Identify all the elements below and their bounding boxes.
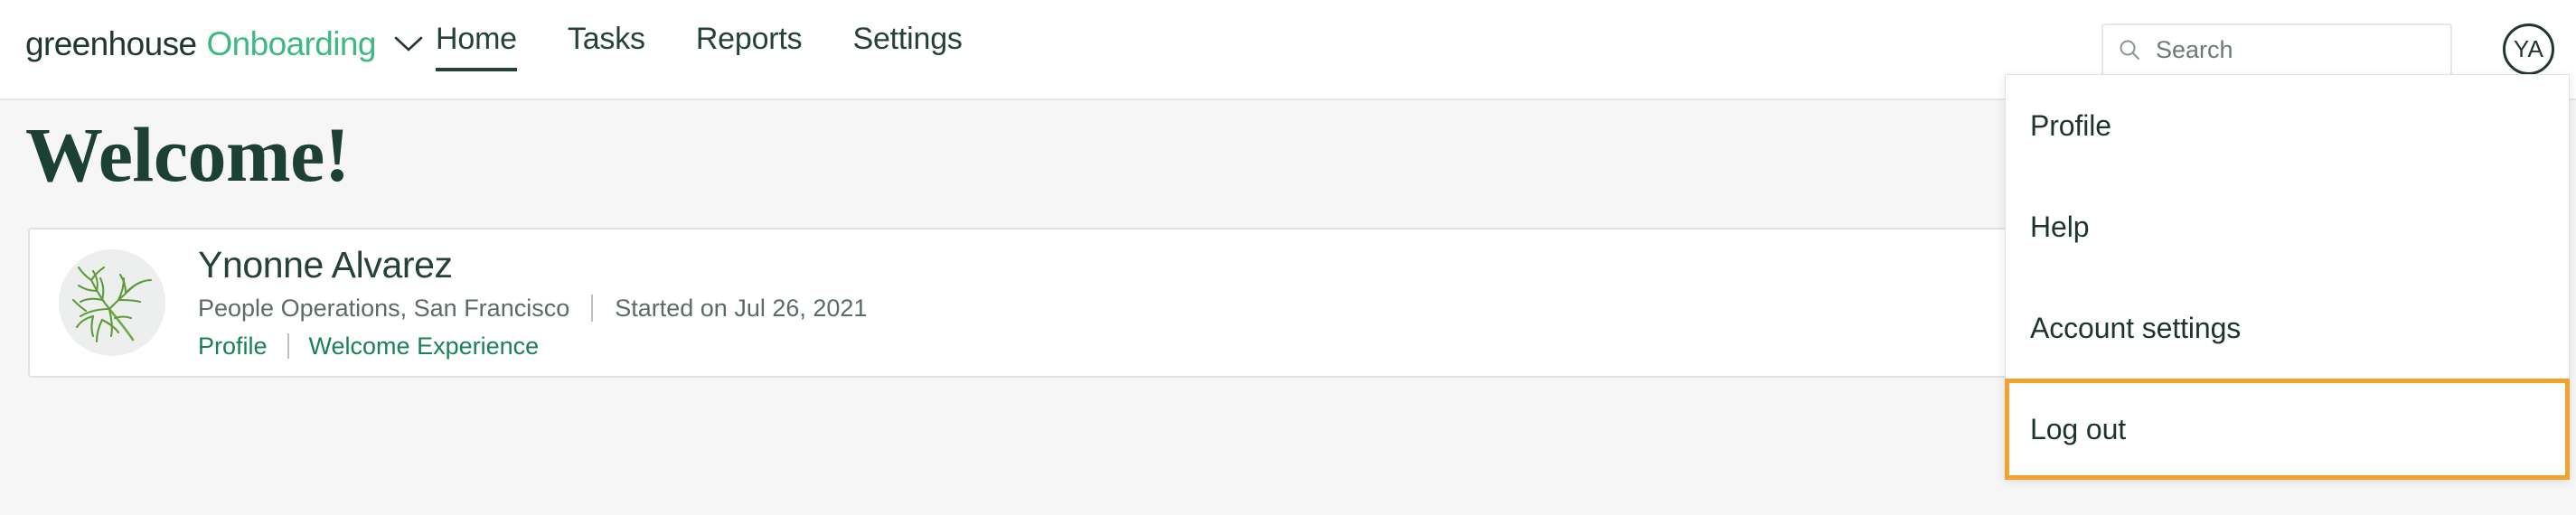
menu-item-log-out[interactable]: Log out xyxy=(2005,379,2570,480)
employee-start-date: Started on Jul 26, 2021 xyxy=(615,294,868,322)
employee-links: Profile Welcome Experience xyxy=(198,332,867,360)
herb-sprig-avatar xyxy=(59,249,165,356)
link-divider xyxy=(287,333,289,360)
search-box[interactable] xyxy=(2101,23,2452,76)
chevron-down-icon[interactable] xyxy=(393,34,424,54)
account-dropdown-menu: Profile Help Account settings Log out xyxy=(2005,74,2570,480)
nav-item-tasks[interactable]: Tasks xyxy=(568,22,645,71)
menu-item-help[interactable]: Help xyxy=(2006,176,2569,277)
page-title: Welcome! xyxy=(25,111,350,198)
brand-name: greenhouse xyxy=(25,25,197,62)
brand-logo-dropdown[interactable]: greenhouse Onboarding xyxy=(25,25,424,63)
employee-profile-link[interactable]: Profile xyxy=(198,332,268,360)
nav-item-settings[interactable]: Settings xyxy=(852,22,962,71)
nav-item-home[interactable]: Home xyxy=(436,22,517,71)
search-icon xyxy=(2118,38,2141,61)
user-avatar-button[interactable]: YA xyxy=(2503,23,2554,75)
menu-item-account-settings[interactable]: Account settings xyxy=(2006,277,2569,379)
menu-item-profile[interactable]: Profile xyxy=(2006,75,2569,176)
primary-navigation: Home Tasks Reports Settings xyxy=(436,22,1013,71)
brand-product-name: Onboarding xyxy=(206,25,376,62)
meta-divider xyxy=(591,295,594,323)
employee-meta: People Operations, San Francisco Started… xyxy=(198,295,867,323)
employee-info: Ynonne Alvarez People Operations, San Fr… xyxy=(198,245,867,360)
nav-item-reports[interactable]: Reports xyxy=(696,22,803,71)
employee-department: People Operations, San Francisco xyxy=(198,294,570,322)
search-input[interactable] xyxy=(2156,35,2436,64)
employee-welcome-experience-link[interactable]: Welcome Experience xyxy=(309,332,540,360)
employee-name: Ynonne Alvarez xyxy=(198,244,453,286)
